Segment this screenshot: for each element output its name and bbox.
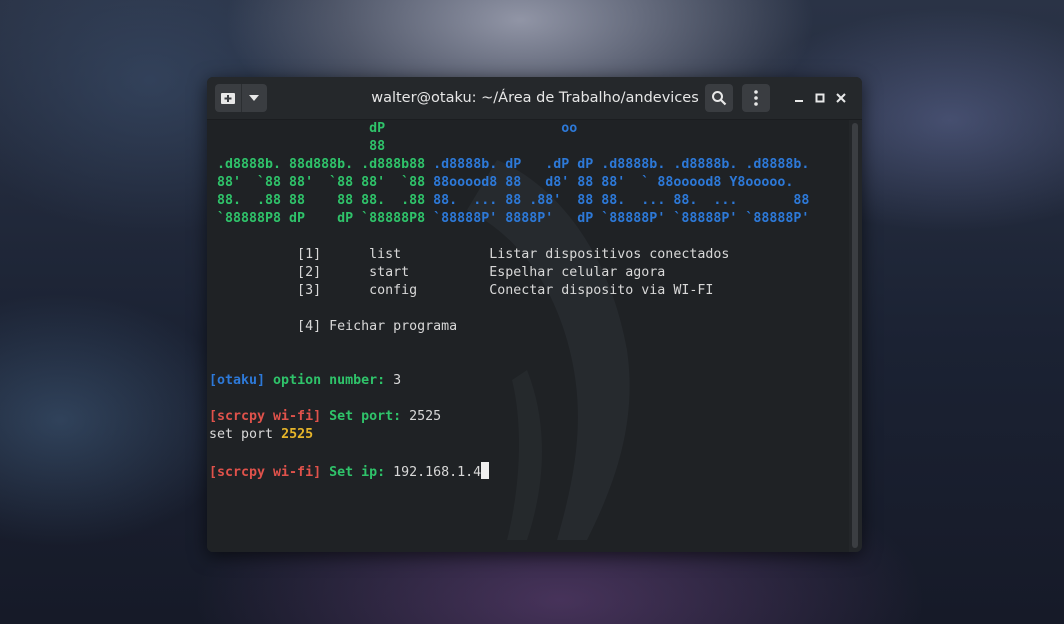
banner-row-4-green: 88' `88 88' `88 88' `88 [209, 175, 426, 190]
new-tab-button-group [215, 84, 267, 112]
prompt-value: 2525 [401, 409, 442, 424]
minimize-button[interactable] [789, 88, 809, 108]
echo-value: 2525 [281, 427, 314, 442]
prompt-input[interactable]: 192.168.1.4 [385, 465, 481, 480]
maximize-icon [815, 93, 825, 103]
new-tab-icon [220, 93, 235, 104]
menu-item-start: [2] start Espelhar celular agora [209, 265, 666, 280]
banner-row-1-blue: oo [385, 121, 578, 136]
text-cursor [481, 462, 490, 479]
banner-row-5-green: 88. .88 88 88 88. .88 [209, 193, 426, 208]
close-icon [836, 93, 846, 103]
banner-row-1-green: dP [209, 121, 386, 136]
banner-row-4-blue: 88ooood8 88 d8' 88 88' ` 88ooood8 Y8oooo… [425, 175, 794, 190]
banner-row-6-blue: `88888P' 8888P' dP `88888P' `88888P' `88… [425, 211, 810, 226]
banner-row-2-green: 88 [209, 139, 386, 154]
prompt-set-ip: [scrcpy wi-fi] Set ip: 192.168.1.4 [209, 462, 490, 480]
prompt-label: Set port: [321, 409, 402, 424]
menu-item-config: [3] config Conectar disposito via WI-FI [209, 283, 714, 298]
maximize-button[interactable] [810, 88, 830, 108]
prompt-tag: [scrcpy wi-fi] [209, 409, 322, 424]
prompt-label: Set ip: [321, 465, 386, 480]
scrollbar[interactable] [852, 123, 858, 548]
title-bar: walter@otaku: ~/Área de Trabalho/andevic… [207, 77, 862, 120]
prompt-value: 3 [385, 373, 402, 388]
prompt-set-port: [scrcpy wi-fi] Set port: 2525 [209, 408, 441, 426]
prompt-label: option number: [265, 373, 386, 388]
echo-set-port: set port 2525 [209, 426, 313, 444]
banner-row-3-green: .d8888b. 88d888b. .d888b88 [209, 157, 426, 172]
minimize-icon [795, 100, 803, 102]
new-tab-dropdown-button[interactable] [242, 84, 268, 112]
menu-button[interactable] [742, 84, 770, 112]
chevron-down-icon [249, 95, 260, 101]
menu-item-list: [1] list Listar dispositivos conectados [209, 247, 730, 262]
kebab-menu-icon [754, 90, 758, 106]
banner-row-5-blue: 88. ... 88 .88' 88 88. ... 88. ... 88 [425, 193, 810, 208]
prompt-tag: [otaku] [209, 373, 266, 388]
banner-row-3-blue: .d8888b. dP .dP dP .d8888b. .d8888b. .d8… [425, 157, 810, 172]
search-icon [712, 91, 727, 106]
menu-item-exit: [4] Feichar programa [209, 319, 458, 334]
banner-row-6-green: `88888P8 dP dP `88888P8 [209, 211, 426, 226]
echo-text: set port [209, 427, 282, 442]
close-button[interactable] [831, 88, 851, 108]
terminal-window: walter@otaku: ~/Área de Trabalho/andevic… [207, 77, 862, 552]
terminal-output[interactable]: dP oo 88 .d8888b. 88d888b. .d888b88 .d88… [207, 120, 849, 552]
new-tab-button[interactable] [215, 84, 241, 112]
prompt-tag: [scrcpy wi-fi] [209, 465, 322, 480]
window-title: walter@otaku: ~/Área de Trabalho/andevic… [371, 90, 699, 106]
prompt-option-number: [otaku] option number: 3 [209, 372, 401, 390]
search-button[interactable] [705, 84, 733, 112]
